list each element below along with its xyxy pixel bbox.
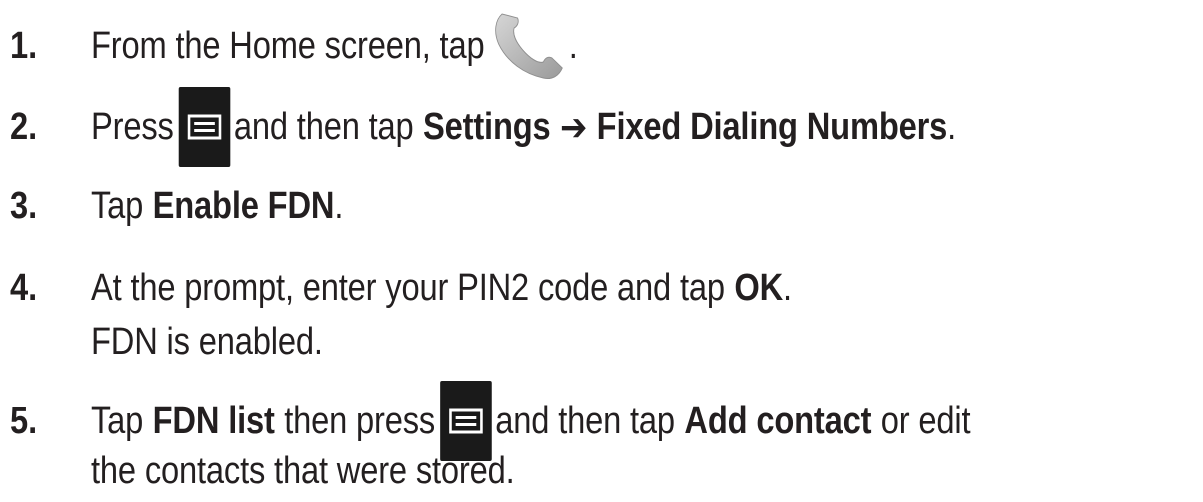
step-5-text-part: Tap (91, 399, 144, 442)
step-4-bold-ok: OK (734, 266, 784, 309)
step-4-text-part: . (783, 266, 792, 309)
step-4-result: FDN is enabled. (91, 320, 323, 363)
phone-icon (494, 13, 563, 79)
step-5-bold-fdn-list: FDN list (152, 399, 275, 442)
step-5-text-part: or edit (880, 399, 971, 442)
step-3-bold-enable-fdn: Enable FDN (152, 184, 335, 227)
step-3-text-part: Tap (91, 184, 144, 227)
step-2-number: 2. (10, 105, 38, 148)
step-5-text-part: then press (284, 399, 436, 442)
step-1-text-part: From the Home screen, tap (91, 24, 485, 67)
step-2-bold-fdn: Fixed Dialing Numbers (596, 105, 948, 148)
step-3-text-part: . (334, 184, 344, 227)
step-2-bold-settings: Settings (423, 105, 551, 148)
step-2-text: Press and then tap Settings ➔ Fixed Dial… (91, 87, 957, 167)
arrow-icon: ➔ (560, 106, 588, 149)
menu-icon (178, 87, 231, 167)
step-5-number: 5. (10, 399, 38, 442)
step-2-text-part: and then tap (233, 105, 414, 148)
step-5-continuation: the contacts that were stored. (91, 449, 515, 492)
step-1-number: 1. (10, 24, 38, 67)
step-4-text: At the prompt, enter your PIN2 code and … (91, 257, 792, 319)
step-4-text-part: At the prompt, enter your PIN2 code and … (91, 266, 725, 309)
step-3-number: 3. (10, 184, 38, 227)
instruction-steps: 1. From the Home screen, tap . 2. Press … (0, 0, 1203, 498)
step-3-text: Tap Enable FDN. (91, 175, 343, 237)
step-5-bold-add-contact: Add contact (684, 399, 872, 442)
step-2-text-part: Press (91, 105, 174, 148)
step-2-text-part: . (947, 105, 957, 148)
step-4-number: 4. (10, 266, 38, 309)
step-1-text: From the Home screen, tap . (91, 13, 578, 79)
step-5-text-part: and then tap (495, 399, 675, 442)
step-1-text-part: . (568, 24, 578, 67)
